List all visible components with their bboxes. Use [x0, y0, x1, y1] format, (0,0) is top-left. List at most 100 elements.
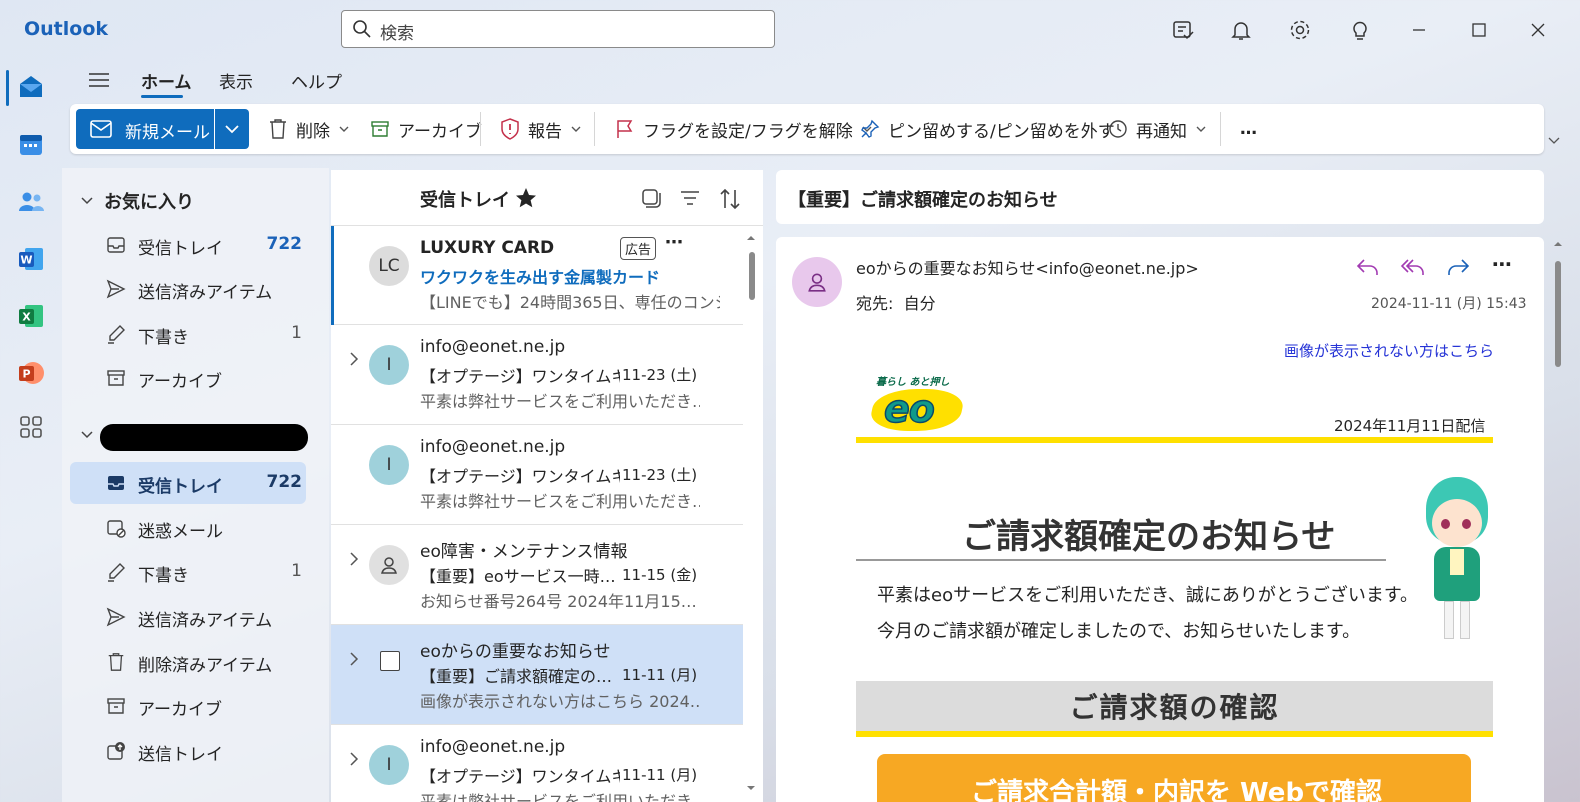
cta-web-button[interactable]: ご請求合計額・内訳を Webで確認	[877, 754, 1471, 802]
minimize-icon[interactable]	[1407, 18, 1431, 42]
folder-drafts[interactable]: 下書き 1	[70, 551, 306, 593]
more-options-icon[interactable]: ⋯	[665, 232, 683, 253]
forward-icon[interactable]	[1446, 257, 1470, 277]
todo-icon[interactable]	[1171, 18, 1195, 42]
calendar-app-icon[interactable]	[16, 130, 46, 160]
chevron-down-icon	[570, 124, 582, 134]
fav-folder-archive[interactable]: アーカイブ	[70, 357, 306, 399]
reply-all-icon[interactable]	[1400, 257, 1426, 277]
close-icon[interactable]	[1526, 18, 1550, 42]
chevron-right-icon[interactable]	[349, 551, 359, 567]
message-item[interactable]: I info@eonet.ne.jp 【オプテージ】ワンタイムキー… 11-11…	[331, 725, 743, 802]
subject: 【重要】eoサービス一時…	[420, 567, 616, 586]
report-label: 報告	[528, 121, 562, 142]
flag-button[interactable]: フラグを設定/フラグを解除	[615, 117, 873, 142]
snooze-button[interactable]: 再通知	[1108, 117, 1207, 142]
date: 11-23 (土)	[622, 366, 698, 384]
avatar: I	[369, 745, 409, 785]
date: 11-23 (土)	[622, 466, 698, 484]
star-icon[interactable]	[515, 187, 537, 209]
sort-icon[interactable]	[718, 188, 742, 210]
folder-inbox[interactable]: 受信トレイ 722	[70, 462, 306, 504]
preview: 平素は弊社サービスをご利用いただき…	[420, 492, 700, 511]
fav-folder-inbox[interactable]: 受信トレイ 722	[70, 224, 306, 266]
avatar: I	[369, 445, 409, 485]
mascot-leg	[1444, 601, 1454, 639]
ad-message-item[interactable]: LC LUXURY CARD 広告 ⋯ ワクワクを生み出す金属製カード 【LIN…	[331, 226, 743, 325]
mascot-illustration	[1404, 477, 1500, 647]
avatar: LC	[369, 246, 409, 286]
filter-icon[interactable]	[679, 188, 701, 208]
more-options-button[interactable]: …	[1240, 117, 1257, 141]
new-mail-dropdown[interactable]	[215, 109, 249, 149]
chevron-down-icon	[338, 124, 350, 134]
sender-address[interactable]: eoからの重要なお知らせ<info@eonet.ne.jp>	[856, 255, 1199, 279]
excel-app-icon[interactable]: X	[16, 301, 46, 331]
mail-app-icon[interactable]	[16, 72, 46, 102]
message-item-selected[interactable]: eoからの重要なお知らせ 【重要】ご請求額確定の… 11-11 (月) 画像が表…	[331, 625, 743, 725]
archive-button[interactable]: アーカイブ	[370, 117, 482, 142]
chevron-down-icon	[1195, 124, 1207, 134]
folder-outbox[interactable]: 送信トレイ	[70, 730, 306, 772]
select-mode-icon[interactable]	[640, 187, 662, 209]
person-icon	[379, 555, 399, 575]
message-item[interactable]: I info@eonet.ne.jp 【オプテージ】ワンタイムキー… 11-23…	[331, 425, 743, 525]
chevron-right-icon[interactable]	[349, 751, 359, 767]
message-list-scrollbar[interactable]	[745, 234, 757, 792]
body-line-2: 今月のご請求額が確定しましたので、お知らせいたします。	[877, 621, 1361, 642]
folder-deleted[interactable]: 削除済みアイテム	[70, 641, 306, 683]
account-chevron-icon[interactable]	[80, 429, 94, 441]
ribbon-collapse-icon[interactable]	[1547, 134, 1561, 146]
message-item[interactable]: eo障害・メンテナンス情報 【重要】eoサービス一時… 11-15 (金) お知…	[331, 525, 743, 625]
search-box[interactable]: 検索	[341, 10, 775, 48]
chevron-right-icon[interactable]	[349, 351, 359, 367]
received-datetime: 2024-11-11 (月) 15:43	[1371, 296, 1527, 312]
title-bar: Outlook 検索	[0, 0, 1580, 60]
bell-icon[interactable]	[1229, 18, 1253, 42]
report-button[interactable]: 報告	[500, 117, 582, 142]
mail-icon	[90, 120, 112, 138]
scrollbar-thumb[interactable]	[749, 252, 755, 300]
archive-label: アーカイブ	[398, 121, 482, 142]
list-title: 受信トレイ	[420, 190, 510, 211]
folder-junk[interactable]: 迷惑メール	[70, 507, 306, 549]
people-app-icon[interactable]	[16, 187, 46, 217]
chevron-right-icon[interactable]	[349, 651, 359, 667]
body-line-1: 平素はeoサービスをご利用いただき、誠にありがとうございます。	[877, 585, 1419, 606]
logo-tagline: 暮らし あと押し	[876, 377, 950, 388]
hamburger-menu-icon[interactable]	[86, 68, 112, 92]
tab-view[interactable]: 表示	[219, 68, 253, 93]
image-fallback-link[interactable]: 画像が表示されない方はこちら	[1284, 340, 1494, 361]
tab-help[interactable]: ヘルプ	[291, 68, 342, 93]
chevron-down-icon	[224, 122, 240, 136]
fav-folder-sent[interactable]: 送信済みアイテム	[70, 268, 306, 310]
word-app-icon[interactable]: W	[16, 244, 46, 274]
flag-icon	[615, 119, 635, 139]
favorites-header[interactable]: お気に入り	[80, 188, 194, 214]
pin-button[interactable]: ピン留めする/ピン留めを外す	[860, 117, 1115, 142]
message-item[interactable]: I info@eonet.ne.jp 【オプテージ】ワンタイムキー… 11-23…	[331, 325, 743, 425]
more-apps-icon[interactable]	[16, 412, 46, 442]
fav-folder-drafts[interactable]: 下書き 1	[70, 313, 306, 355]
pin-icon	[860, 119, 880, 139]
tab-home[interactable]: ホーム	[141, 68, 192, 93]
svg-text:P: P	[22, 368, 30, 381]
reading-pane-scrollbar[interactable]	[1552, 237, 1564, 802]
date: 11-11 (月)	[622, 666, 698, 684]
folder-archive[interactable]: アーカイブ	[70, 685, 306, 727]
subject: 【オプテージ】ワンタイムキー…	[420, 367, 620, 386]
sender: info@eonet.ne.jp	[420, 337, 566, 357]
sender-avatar[interactable]	[792, 257, 842, 307]
subject: 【オプテージ】ワンタイムキー…	[420, 767, 620, 786]
new-mail-button[interactable]: 新規メール	[76, 109, 214, 149]
powerpoint-app-icon[interactable]: P	[16, 358, 46, 388]
maximize-icon[interactable]	[1467, 18, 1491, 42]
inbox-icon	[106, 473, 126, 493]
more-options-icon[interactable]: ⋯	[1492, 252, 1512, 276]
delete-button[interactable]: 削除	[268, 117, 350, 142]
lightbulb-icon[interactable]	[1348, 18, 1372, 42]
folder-sent[interactable]: 送信済みアイテム	[70, 596, 306, 638]
gear-icon[interactable]	[1288, 18, 1312, 42]
reply-icon[interactable]	[1356, 257, 1380, 277]
select-checkbox[interactable]	[380, 651, 400, 671]
